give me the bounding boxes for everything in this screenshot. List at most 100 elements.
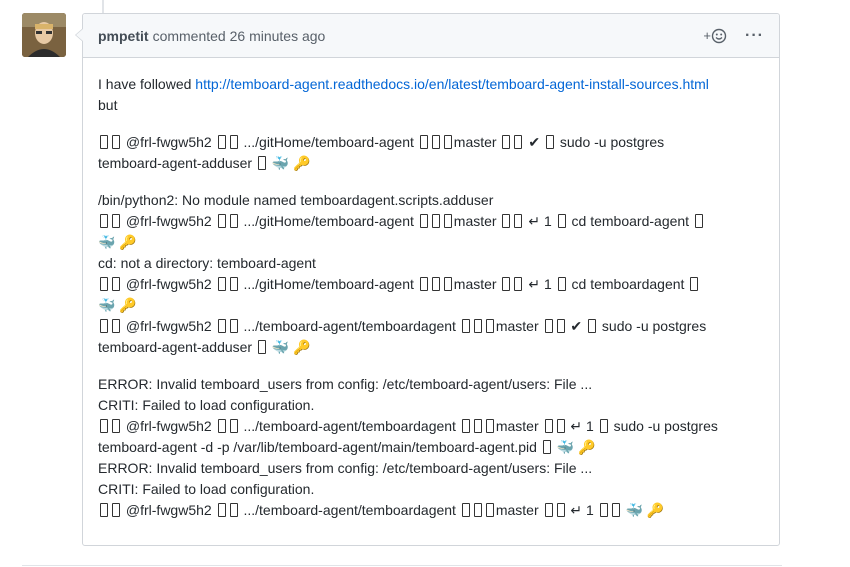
glyph-icon: [229, 135, 238, 149]
command-text: cd temboardagent: [571, 276, 685, 292]
path-text: .../temboard-agent/temboardagent: [243, 318, 456, 334]
glyph-icon: [514, 214, 523, 228]
glyph-icon: [473, 419, 482, 433]
glyph-icon: [542, 440, 551, 454]
error-text: cd: not a directory: temboard-agent: [98, 255, 316, 271]
glyph-icon: [556, 319, 565, 333]
glyph-icon: [258, 156, 266, 170]
path-text: .../temboard-agent/temboardagent: [243, 502, 456, 518]
key-icon: 🔑: [119, 234, 137, 250]
glyph-icon: [112, 214, 120, 228]
kebab-menu-icon[interactable]: ···: [745, 27, 764, 45]
terminal-block-1: @frl-fwgw5h2 .../gitHome/temboard-agent …: [98, 132, 764, 174]
glyph-icon: [100, 135, 108, 149]
glyph-icon: [502, 277, 511, 291]
intro-text: I have followed: [98, 76, 192, 92]
glyph-icon: [229, 503, 238, 517]
glyph-icon: [100, 503, 108, 517]
branch-text: master: [453, 213, 497, 229]
glyph-icon: [461, 503, 470, 517]
glyph-icon: [461, 319, 470, 333]
glyph-icon: [502, 214, 511, 228]
glyph-icon: [544, 319, 553, 333]
command-text: sudo -u postgres: [601, 318, 707, 334]
terminal-block-3: ERROR: Invalid temboard_users from confi…: [98, 374, 764, 521]
glyph-icon: [217, 277, 226, 291]
comment-author[interactable]: pmpetit: [98, 28, 149, 44]
glyph-icon: [100, 277, 108, 291]
command-text: temboard-agent-adduser: [98, 339, 253, 355]
glyph-icon: [229, 277, 238, 291]
glyph-icon: [544, 503, 553, 517]
glyph-icon: [544, 419, 553, 433]
check-icon: ✔: [528, 134, 541, 150]
install-docs-link[interactable]: http://temboard-agent.readthedocs.io/en/…: [195, 76, 709, 92]
glyph-icon: [443, 135, 452, 149]
host-text: @frl-fwgw5h2: [125, 134, 212, 150]
whale-icon: 🐳: [271, 155, 290, 171]
key-icon: 🔑: [578, 439, 596, 455]
key-icon: 🔑: [119, 297, 137, 313]
comment-timestamp[interactable]: 26 minutes ago: [230, 28, 326, 44]
comment-header: pmpetit commented 26 minutes ago + ···: [83, 14, 779, 58]
return-code: ↵ 1: [570, 502, 594, 518]
glyph-icon: [419, 277, 428, 291]
glyph-icon: [694, 214, 703, 228]
error-text: ERROR: Invalid temboard_users from confi…: [98, 460, 593, 476]
whale-icon: 🐳: [271, 339, 290, 355]
glyph-icon: [112, 503, 120, 517]
whale-icon: 🐳: [625, 502, 644, 518]
glyph-icon: [419, 135, 428, 149]
glyph-icon: [502, 135, 511, 149]
glyph-icon: [461, 419, 470, 433]
glyph-icon: [485, 503, 494, 517]
host-text: @frl-fwgw5h2: [125, 213, 212, 229]
intro-suffix: but: [98, 97, 118, 113]
glyph-icon: [217, 419, 226, 433]
glyph-icon: [557, 277, 566, 291]
path-text: .../gitHome/temboard-agent: [243, 134, 414, 150]
glyph-icon: [443, 214, 452, 228]
plus-icon: +: [703, 28, 712, 43]
glyph-icon: [229, 419, 238, 433]
branch-text: master: [453, 276, 497, 292]
glyph-icon: [112, 419, 120, 433]
whale-icon: 🐳: [98, 234, 116, 250]
timeline-line: [102, 0, 104, 14]
glyph-icon: [112, 319, 120, 333]
glyph-icon: [545, 135, 554, 149]
return-code: ↵ 1: [570, 418, 594, 434]
terminal-block-2: /bin/python2: No module named temboardag…: [98, 190, 764, 358]
key-icon: 🔑: [646, 502, 665, 518]
host-text: @frl-fwgw5h2: [125, 276, 212, 292]
host-text: @frl-fwgw5h2: [125, 318, 212, 334]
path-text: .../temboard-agent/temboardagent: [243, 418, 456, 434]
command-text: temboard-agent-adduser: [98, 155, 253, 171]
command-text: temboard-agent -d -p /var/lib/temboard-a…: [98, 439, 537, 455]
command-text: sudo -u postgres: [559, 134, 665, 150]
branch-text: master: [495, 418, 539, 434]
glyph-icon: [258, 340, 266, 354]
command-text: cd temboard-agent: [571, 213, 690, 229]
comment-body: I have followed http://temboard-agent.re…: [83, 58, 779, 521]
glyph-icon: [217, 214, 226, 228]
glyph-icon: [431, 214, 440, 228]
intro-paragraph: I have followed http://temboard-agent.re…: [98, 74, 764, 116]
key-icon: 🔑: [293, 155, 311, 171]
glyph-icon: [690, 277, 699, 291]
glyph-icon: [229, 319, 238, 333]
glyph-icon: [514, 135, 523, 149]
comment-action: commented: [152, 27, 226, 44]
avatar[interactable]: [22, 13, 66, 57]
smiley-icon: [711, 28, 727, 43]
add-reaction-button[interactable]: +: [703, 28, 727, 44]
command-text: sudo -u postgres: [613, 418, 718, 434]
glyph-icon: [611, 503, 620, 517]
branch-text: master: [495, 318, 539, 334]
glyph-icon: [217, 503, 226, 517]
glyph-icon: [100, 319, 108, 333]
glyph-icon: [599, 419, 608, 433]
glyph-icon: [217, 135, 226, 149]
glyph-icon: [557, 214, 566, 228]
comment-box: pmpetit commented 26 minutes ago + ··· I…: [75, 13, 780, 546]
